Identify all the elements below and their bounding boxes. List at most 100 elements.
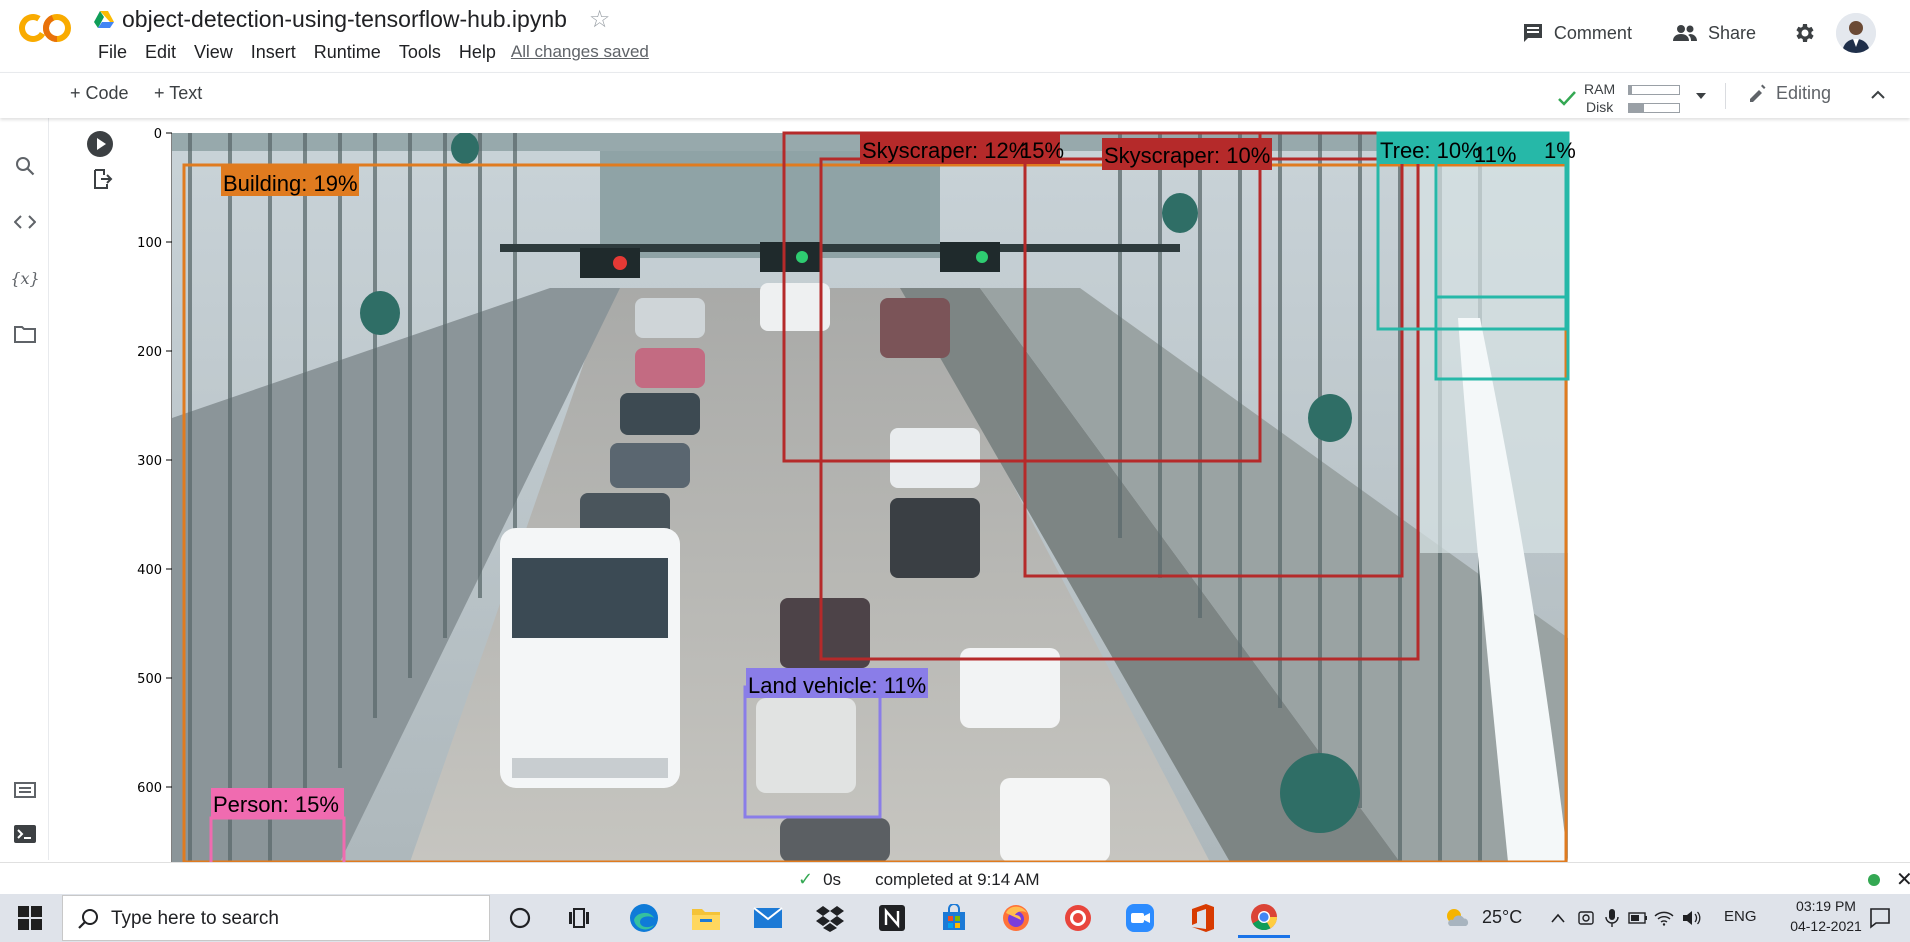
menu-bar: File Edit View Insert Runtime Tools Help… [89, 40, 649, 64]
title-row: object-detection-using-tensorflow-hub.ip… [94, 4, 610, 34]
disk-meter-fill [1629, 104, 1644, 112]
chrome-icon[interactable] [1238, 898, 1290, 938]
left-sidebar: {x} [0, 72, 49, 860]
edge-icon[interactable] [618, 898, 670, 938]
file-explorer-icon[interactable] [680, 898, 732, 938]
menu-insert[interactable]: Insert [242, 40, 305, 65]
ram-meter [1628, 85, 1680, 95]
bridge-photo [172, 133, 1568, 862]
office-icon[interactable] [1176, 898, 1228, 938]
avatar-image [1836, 13, 1876, 53]
execution-time: 0s [823, 869, 842, 889]
settings-gear-icon[interactable] [1792, 21, 1816, 45]
menu-file[interactable]: File [89, 40, 136, 65]
chevron-up-icon[interactable] [1548, 908, 1568, 928]
microphone-icon[interactable] [1602, 908, 1622, 928]
files-icon[interactable] [13, 322, 37, 346]
share-label: Share [1707, 22, 1756, 43]
completion-time: completed at 9:14 AM [875, 869, 1040, 889]
taskbar-search-box[interactable]: Type here to search [62, 895, 490, 941]
detection-label-building: Building: 19% [223, 171, 358, 196]
chevron-up-icon[interactable] [1868, 85, 1888, 105]
command-palette-icon[interactable] [13, 778, 37, 802]
toolbar-divider [1725, 83, 1726, 109]
detection-label-tree-2: 11% [1474, 142, 1516, 167]
add-code-button[interactable]: + Code [70, 83, 129, 104]
weather-temperature[interactable]: 25°C [1482, 907, 1522, 928]
notebook-title[interactable]: object-detection-using-tensorflow-hub.ip… [122, 6, 567, 33]
close-icon[interactable]: ✕ [1896, 867, 1910, 892]
share-button[interactable]: Share [1672, 23, 1756, 44]
screen-recorder-icon[interactable] [1052, 898, 1104, 938]
wifi-icon[interactable] [1654, 908, 1674, 928]
y-tick-label: 500 [137, 672, 162, 687]
execution-status-bar: ✓ 0s completed at 9:14 AM ✕ [0, 862, 1910, 894]
terminal-icon[interactable] [13, 822, 37, 846]
notifications-icon[interactable] [1868, 906, 1892, 930]
menu-runtime[interactable]: Runtime [305, 40, 390, 65]
menu-edit[interactable]: Edit [136, 40, 185, 65]
execution-status[interactable]: ✓ 0s completed at 9:14 AM [798, 869, 1040, 890]
clock-time[interactable]: 03:19 PM [1786, 898, 1866, 914]
windows-taskbar: Type here to search 25°C ENG 03:19 PM 04… [0, 894, 1910, 942]
editing-mode-button[interactable]: Editing [1748, 83, 1831, 104]
header-actions: Comment Share [1522, 0, 1910, 66]
meet-now-icon[interactable] [1576, 908, 1596, 928]
people-icon [1672, 25, 1697, 41]
y-tick-label: 400 [137, 563, 162, 578]
star-icon[interactable]: ☆ [589, 5, 611, 34]
detection-label-skyscraper-3: Skyscraper: 10% [1104, 143, 1270, 168]
detection-label-tree-3: 1% [1544, 138, 1576, 163]
header: object-detection-using-tensorflow-hub.ip… [0, 0, 1910, 72]
search-icon[interactable] [13, 154, 37, 178]
user-avatar[interactable] [1836, 13, 1876, 53]
y-tick-label: 200 [137, 345, 162, 360]
notion-icon[interactable] [866, 898, 918, 938]
weather-partly-sunny-icon[interactable] [1444, 906, 1470, 930]
success-check-icon: ✓ [798, 869, 814, 889]
y-tick-label: 100 [137, 236, 162, 251]
variables-icon[interactable]: {x} [10, 266, 39, 290]
disk-meter [1628, 103, 1680, 113]
google-drive-icon [94, 11, 114, 28]
ram-label: RAM [1584, 81, 1616, 97]
editing-label: Editing [1776, 83, 1832, 103]
menu-tools[interactable]: Tools [390, 40, 450, 65]
notebook-toolbar: + Code + Text RAM Disk Editing [0, 72, 1910, 118]
y-tick-label: 300 [137, 454, 162, 469]
search-placeholder: Type here to search [111, 908, 279, 929]
battery-icon[interactable] [1628, 908, 1648, 928]
windows-start-icon[interactable] [18, 906, 42, 930]
detection-label-tree-1: Tree: 10% [1380, 138, 1481, 163]
chevron-down-icon[interactable] [1694, 89, 1708, 103]
detection-label-person: Person: 15% [213, 792, 339, 817]
firefox-icon[interactable] [990, 898, 1042, 938]
code-snippets-icon[interactable] [13, 210, 37, 234]
save-status[interactable]: All changes saved [511, 42, 649, 62]
volume-icon[interactable] [1682, 908, 1702, 928]
store-icon[interactable] [928, 898, 980, 938]
colab-window: object-detection-using-tensorflow-hub.ip… [0, 0, 1910, 942]
mail-icon[interactable] [742, 898, 794, 938]
input-language[interactable]: ENG [1724, 908, 1757, 925]
detection-label-skyscraper-2: 15% [1020, 138, 1064, 163]
colab-logo[interactable] [18, 12, 74, 44]
y-axis: 0 100 200 300 400 500 600 [137, 127, 173, 862]
comment-label: Comment [1553, 22, 1632, 43]
clock-date[interactable]: 04-12-2021 [1786, 918, 1866, 934]
task-view-icon[interactable] [554, 898, 606, 938]
comment-icon [1523, 24, 1542, 42]
menu-view[interactable]: View [185, 40, 242, 65]
y-tick-label: 600 [137, 781, 162, 796]
cortana-icon[interactable] [494, 898, 546, 938]
search-icon [78, 909, 98, 929]
disk-label: Disk [1586, 99, 1614, 115]
detection-label-skyscraper-1: Skyscraper: 12% [862, 138, 1028, 163]
detection-label-land-vehicle: Land vehicle: 11% [748, 673, 926, 698]
add-text-button[interactable]: + Text [154, 83, 202, 104]
comment-button[interactable]: Comment [1522, 22, 1632, 44]
dropbox-icon[interactable] [804, 898, 856, 938]
zoom-icon[interactable] [1114, 898, 1166, 938]
cell-output-plot: 0 100 200 300 400 500 600 Building: 19% … [80, 118, 1580, 862]
menu-help[interactable]: Help [450, 40, 505, 65]
